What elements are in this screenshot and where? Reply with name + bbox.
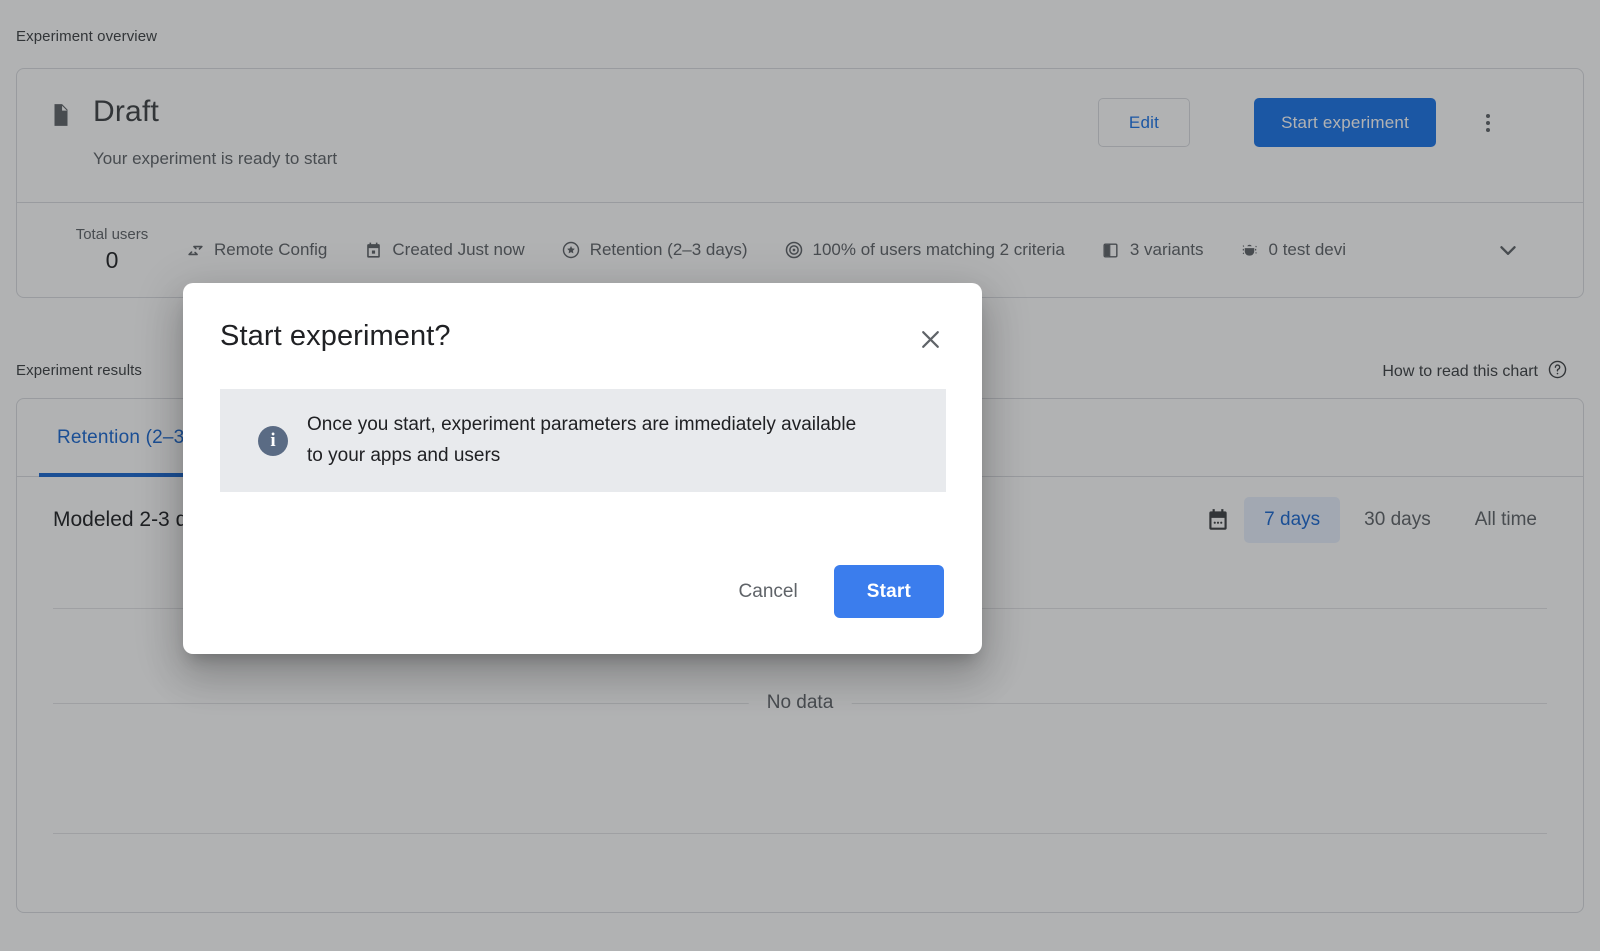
dialog-banner-text: Once you start, experiment parameters ar… [307,410,867,472]
info-icon: i [258,426,288,456]
cancel-button[interactable]: Cancel [717,568,820,616]
start-button[interactable]: Start [834,565,944,618]
start-experiment-dialog: Start experiment? i Once you start, expe… [183,283,982,654]
close-icon[interactable] [912,321,948,357]
dialog-info-banner: i Once you start, experiment parameters … [220,389,946,492]
dialog-action-row: Cancel Start [717,565,944,618]
dialog-title: Start experiment? [220,320,451,353]
